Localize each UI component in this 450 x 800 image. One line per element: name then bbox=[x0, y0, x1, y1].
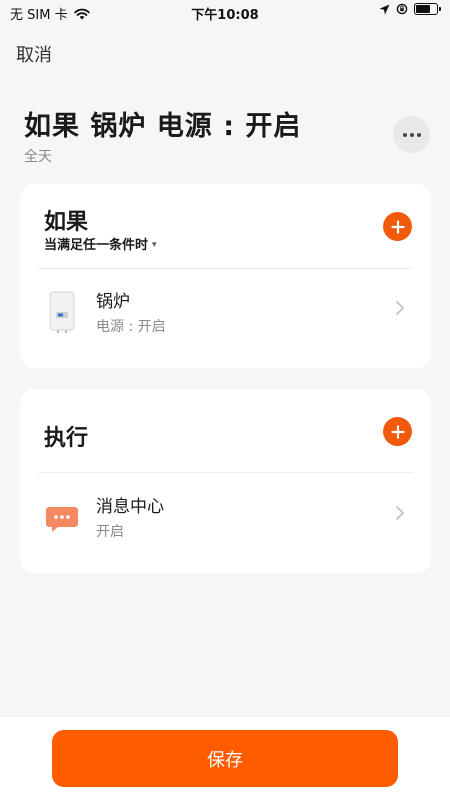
chevron-right-icon bbox=[396, 301, 404, 315]
orientation-lock-icon bbox=[396, 3, 408, 15]
action-item[interactable]: 消息中心 开启 bbox=[20, 475, 431, 565]
more-icon-dot bbox=[409, 132, 414, 137]
more-icon-dot bbox=[416, 132, 421, 137]
add-action-button[interactable] bbox=[383, 417, 412, 446]
page-subtitle: 全天 bbox=[24, 149, 52, 165]
condition-device-detail: 电源 : 开启 bbox=[96, 319, 166, 335]
add-condition-button[interactable] bbox=[383, 212, 412, 241]
divider bbox=[38, 472, 413, 473]
chevron-right-icon bbox=[396, 506, 404, 520]
location-arrow-icon bbox=[379, 4, 390, 14]
condition-mode-label: 当满足任一条件时 bbox=[44, 238, 149, 253]
boiler-icon bbox=[49, 291, 75, 333]
status-right bbox=[379, 3, 441, 15]
more-options-button[interactable] bbox=[393, 116, 430, 153]
battery-icon bbox=[414, 3, 441, 15]
chevron-down-icon: ▾ bbox=[152, 239, 157, 250]
page-title: 如果 锅炉 电源 : 开启 bbox=[24, 111, 302, 142]
status-bar: 无 SIM 卡 下午10:08 bbox=[0, 0, 450, 24]
cancel-button[interactable]: 取消 bbox=[16, 41, 52, 67]
condition-device-name: 锅炉 bbox=[96, 292, 130, 312]
plus-icon bbox=[390, 424, 405, 439]
do-card: 执行 消息中心 开启 bbox=[20, 389, 431, 573]
action-detail: 开启 bbox=[96, 524, 124, 540]
if-card: 如果 当满足任一条件时 ▾ 锅炉 电源 : 开启 bbox=[20, 184, 431, 368]
condition-item[interactable]: 锅炉 电源 : 开启 bbox=[20, 270, 431, 360]
plus-icon bbox=[390, 219, 405, 234]
more-icon-dot bbox=[402, 132, 407, 137]
condition-mode-selector[interactable]: 当满足任一条件时 ▾ bbox=[44, 234, 157, 253]
do-section-title: 执行 bbox=[44, 426, 89, 451]
action-name: 消息中心 bbox=[96, 497, 164, 517]
message-bubble-icon bbox=[46, 507, 78, 532]
divider bbox=[38, 268, 413, 269]
save-button[interactable]: 保存 bbox=[52, 730, 398, 787]
if-section-title: 如果 bbox=[44, 210, 89, 235]
bottom-bar: 保存 bbox=[0, 716, 450, 800]
